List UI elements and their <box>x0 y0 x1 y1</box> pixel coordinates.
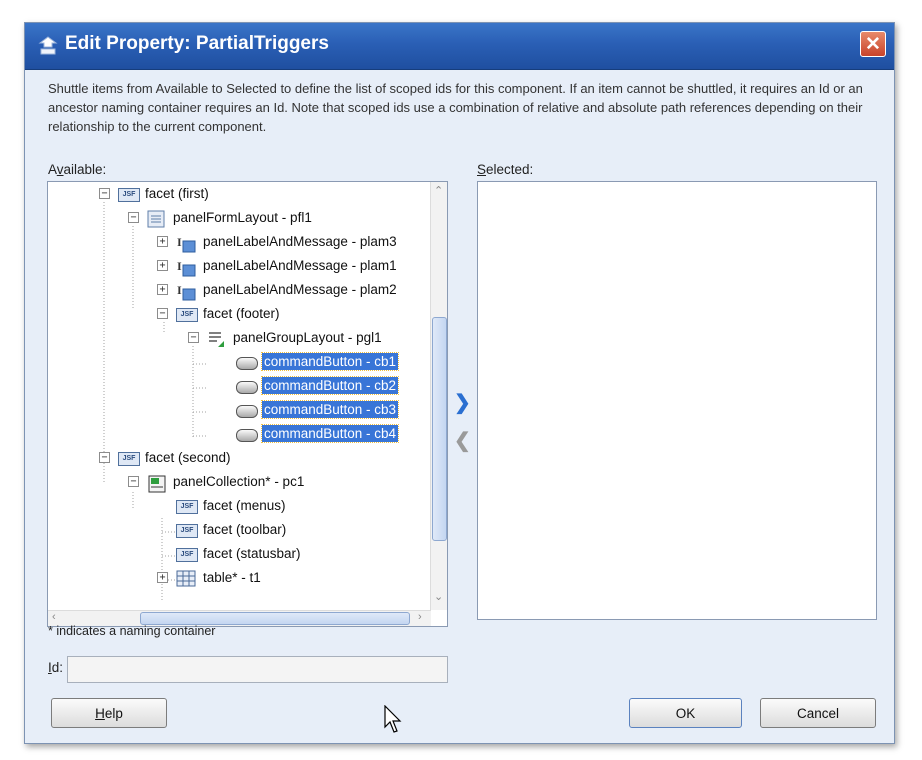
cancel-button[interactable]: Cancel <box>760 698 876 728</box>
tree-node-label: panelLabelAndMessage - plam3 <box>203 234 397 249</box>
label-message-icon: I <box>177 259 196 277</box>
command-button-icon <box>236 357 258 370</box>
tree-node-facet-menus[interactable]: JSF facet (menus) <box>48 494 428 518</box>
tree-node-facet-toolbar[interactable]: JSF facet (toolbar) <box>48 518 428 542</box>
ok-button[interactable]: OK <box>629 698 742 728</box>
scroll-right-icon[interactable]: › <box>418 611 422 623</box>
property-icon <box>38 36 58 55</box>
collapse-toggle[interactable]: − <box>128 212 139 223</box>
svg-text:I: I <box>177 235 182 249</box>
tree-node-facet-footer[interactable]: − JSF facet (footer) <box>48 302 428 326</box>
expand-toggle[interactable]: + <box>157 260 168 271</box>
tree-node-label: facet (first) <box>145 186 209 201</box>
jsf-facet-icon: JSF <box>176 500 198 514</box>
svg-text:I: I <box>177 283 182 297</box>
vertical-scrollbar[interactable]: ⌃ ⌄ <box>430 182 447 610</box>
panel-collection-icon <box>148 475 166 493</box>
tree-node-panel-form-layout[interactable]: − panelFormLayout - pfl1 <box>48 206 428 230</box>
tree-node-facet-statusbar[interactable]: JSF facet (statusbar) <box>48 542 428 566</box>
tree-node-label: commandButton - cb4 <box>260 424 400 443</box>
tree-node-facet-first[interactable]: − JSF facet (first) <box>48 182 428 206</box>
table-icon <box>176 570 196 587</box>
group-layout-icon <box>209 332 224 347</box>
tree-node-label: commandButton - cb1 <box>260 352 400 371</box>
tree-node-label: table* - t1 <box>203 570 261 585</box>
collapse-toggle[interactable]: − <box>157 308 168 319</box>
shuttle-remove-button[interactable]: ❮ <box>454 428 471 453</box>
jsf-facet-icon: JSF <box>176 524 198 538</box>
tree-node-label: panelGroupLayout - pgl1 <box>233 330 382 345</box>
collapse-toggle[interactable]: − <box>99 188 110 199</box>
tree-node-label: panelLabelAndMessage - plam2 <box>203 282 397 297</box>
command-button-icon <box>236 381 258 394</box>
available-tree[interactable]: − JSF facet (first) − panelFormLayout - … <box>47 181 448 627</box>
help-button[interactable]: Help <box>51 698 167 728</box>
jsf-facet-icon: JSF <box>118 188 140 202</box>
selected-label: Selected: <box>477 162 534 177</box>
expand-toggle[interactable]: + <box>157 572 168 583</box>
shuttle-add-button[interactable]: ❯ <box>454 390 471 415</box>
label-message-icon: I <box>177 283 196 301</box>
title-bar[interactable]: Edit Property: PartialTriggers ✕ <box>25 23 894 70</box>
command-button-icon <box>236 429 258 442</box>
tree-node-cb3[interactable]: commandButton - cb3 <box>48 398 428 422</box>
tree-node-plam3[interactable]: + I panelLabelAndMessage - plam3 <box>48 230 428 254</box>
scroll-up-icon[interactable]: ⌃ <box>434 184 443 197</box>
tree-node-facet-second[interactable]: − JSF facet (second) <box>48 446 428 470</box>
id-field[interactable] <box>67 656 448 683</box>
tree-node-label: commandButton - cb3 <box>260 400 400 419</box>
mouse-pointer-icon <box>384 705 402 733</box>
tree-node-plam1[interactable]: + I panelLabelAndMessage - plam1 <box>48 254 428 278</box>
collapse-toggle[interactable]: − <box>99 452 110 463</box>
vertical-scroll-thumb[interactable] <box>432 317 447 541</box>
command-button-icon <box>236 405 258 418</box>
close-button[interactable]: ✕ <box>860 31 886 57</box>
svg-text:I: I <box>177 259 182 273</box>
tree-node-plam2[interactable]: + I panelLabelAndMessage - plam2 <box>48 278 428 302</box>
form-layout-icon <box>147 210 165 228</box>
jsf-facet-icon: JSF <box>118 452 140 466</box>
tree-node-table[interactable]: + table* - t1 <box>48 566 428 590</box>
dialog-title: Edit Property: PartialTriggers <box>65 33 329 54</box>
collapse-toggle[interactable]: − <box>188 332 199 343</box>
tree-node-label: facet (statusbar) <box>203 546 301 561</box>
tree-node-panel-collection[interactable]: − panelCollection* - pc1 <box>48 470 428 494</box>
tree-node-label: facet (toolbar) <box>203 522 287 537</box>
tree-node-cb1[interactable]: commandButton - cb1 <box>48 350 428 374</box>
available-label: Available: <box>48 162 107 177</box>
selected-list[interactable] <box>477 181 877 620</box>
naming-container-note: * indicates a naming container <box>48 624 216 638</box>
collapse-toggle[interactable]: − <box>128 476 139 487</box>
tree-node-label: commandButton - cb2 <box>260 376 400 395</box>
expand-toggle[interactable]: + <box>157 236 168 247</box>
edit-property-dialog: Edit Property: PartialTriggers ✕ Shuttle… <box>24 22 895 744</box>
tree-node-label: facet (footer) <box>203 306 280 321</box>
tree-node-label: panelCollection* - pc1 <box>173 474 305 489</box>
tree-node-label: panelLabelAndMessage - plam1 <box>203 258 397 273</box>
scroll-down-icon[interactable]: ⌄ <box>434 590 443 603</box>
tree-node-label: panelFormLayout - pfl1 <box>173 210 312 225</box>
tree-node-label: facet (second) <box>145 450 231 465</box>
jsf-facet-icon: JSF <box>176 548 198 562</box>
tree-node-panel-group-layout[interactable]: − panelGroupLayout - pgl1 <box>48 326 428 350</box>
tree-node-cb2[interactable]: commandButton - cb2 <box>48 374 428 398</box>
label-message-icon: I <box>177 235 196 253</box>
tree-node-label: facet (menus) <box>203 498 286 513</box>
tree-node-cb4[interactable]: commandButton - cb4 <box>48 422 428 446</box>
id-label: Id: <box>48 660 64 675</box>
jsf-facet-icon: JSF <box>176 308 198 322</box>
description-text: Shuttle items from Available to Selected… <box>48 81 863 134</box>
scroll-left-icon[interactable]: ‹ <box>52 611 56 623</box>
expand-toggle[interactable]: + <box>157 284 168 295</box>
